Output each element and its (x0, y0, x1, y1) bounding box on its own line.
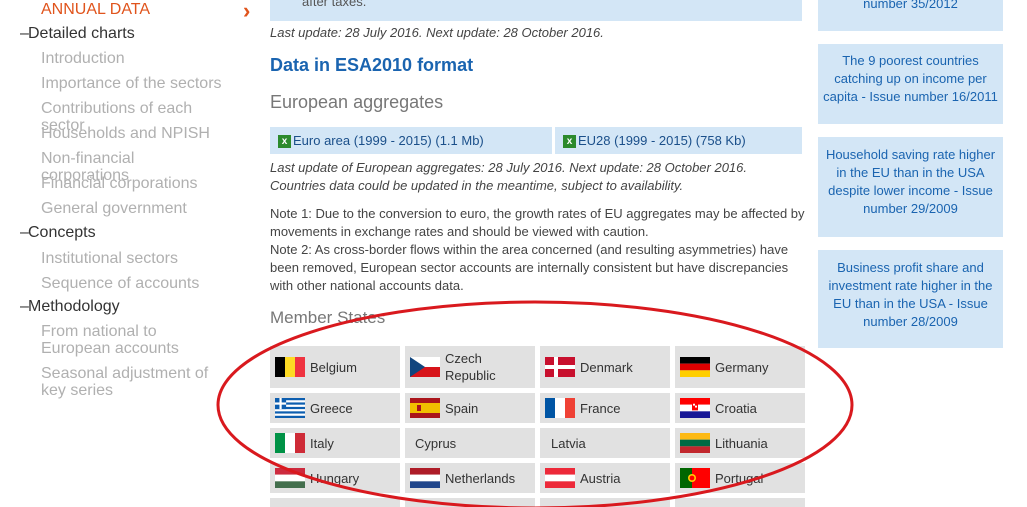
flag-lithuania-icon (680, 433, 710, 453)
info-box: after taxes. (270, 0, 802, 21)
nav-seasonal-adjustment[interactable]: Seasonal adjustment of key series (41, 365, 226, 399)
note-1: Note 1: Due to the conversion to euro, t… (270, 206, 805, 239)
flag-netherlands-icon (410, 468, 440, 488)
country-cell-partial[interactable] (675, 498, 805, 507)
nav-general-government[interactable]: General government (41, 200, 226, 217)
flag-denmark-icon (545, 357, 575, 377)
related-link-2[interactable]: The 9 poorest countries catching up on i… (818, 44, 1003, 124)
nav-concepts[interactable]: –Concepts (20, 224, 96, 242)
download-eu28[interactable]: x EU28 (1999 - 2015) (758 Kb) (555, 127, 802, 154)
notes: Note 1: Due to the conversion to euro, t… (270, 205, 805, 295)
nav-financial-corporations[interactable]: Financial corporations (41, 175, 226, 192)
related-link-1[interactable]: number 35/2012 (818, 0, 1003, 31)
country-denmark[interactable]: Denmark (540, 346, 670, 388)
country-cell-partial[interactable] (540, 498, 670, 507)
nav-households-npish[interactable]: Households and NPISH (41, 125, 226, 142)
nav-institutional-sectors[interactable]: Institutional sectors (41, 250, 226, 267)
country-portugal[interactable]: Portugal (675, 463, 805, 493)
excel-file-icon: x (563, 135, 576, 149)
member-states-heading: Member States (270, 308, 386, 327)
download-euro-area[interactable]: x Euro area (1999 - 2015) (1.1 Mb) (270, 127, 552, 154)
country-cell-partial[interactable] (405, 498, 535, 507)
flag-hungary-icon (275, 468, 305, 488)
country-france[interactable]: France (540, 393, 670, 423)
collapse-dash-icon: – (20, 224, 29, 241)
country-belgium[interactable]: Belgium (270, 346, 400, 388)
collapse-dash-icon: – (20, 298, 29, 315)
excel-file-icon: x (278, 135, 291, 149)
aggregates-update-text: Last update of European aggregates: 28 J… (270, 160, 748, 193)
country-lithuania[interactable]: Lithuania (675, 428, 805, 458)
country-austria[interactable]: Austria (540, 463, 670, 493)
country-latvia[interactable]: Latvia (540, 428, 670, 458)
flag-austria-icon (545, 468, 575, 488)
country-netherlands[interactable]: Netherlands (405, 463, 535, 493)
nav-annual-data[interactable]: ANNUAL DATA (41, 1, 150, 19)
nav-methodology[interactable]: –Methodology (20, 298, 120, 316)
nav-introduction[interactable]: Introduction (41, 50, 226, 67)
nav-detailed-charts[interactable]: –Detailed charts (20, 25, 135, 43)
nav-sequence-of-accounts[interactable]: Sequence of accounts (41, 275, 226, 292)
flag-czech-icon (410, 357, 440, 377)
nav-importance-of-sectors[interactable]: Importance of the sectors (41, 75, 226, 92)
last-update-text: Last update: 28 July 2016. Next update: … (270, 25, 604, 40)
country-germany[interactable]: Germany (675, 346, 805, 388)
country-greece[interactable]: Greece (270, 393, 400, 423)
flag-spain-icon (410, 398, 440, 418)
related-link-4[interactable]: Business profit share and investment rat… (818, 250, 1003, 348)
chevron-right-icon: › (243, 0, 251, 23)
flag-italy-icon (275, 433, 305, 453)
note-2: Note 2: As cross-border flows within the… (270, 242, 789, 293)
related-link-3[interactable]: Household saving rate higher in the EU t… (818, 137, 1003, 237)
country-hungary[interactable]: Hungary (270, 463, 400, 493)
flag-portugal-icon (680, 468, 710, 488)
nav-national-to-european[interactable]: From national to European accounts (41, 323, 226, 357)
country-cyprus[interactable]: Cyprus (405, 428, 535, 458)
collapse-dash-icon: – (20, 25, 29, 42)
european-aggregates-heading: European aggregates (270, 92, 444, 112)
flag-greece-icon (275, 398, 305, 418)
country-cell-partial[interactable] (270, 498, 400, 507)
country-czech-republic[interactable]: Czech Republic (405, 346, 535, 388)
country-italy[interactable]: Italy (270, 428, 400, 458)
flag-france-icon (545, 398, 575, 418)
flag-belgium-icon (275, 357, 305, 377)
flag-croatia-icon (680, 398, 710, 418)
country-croatia[interactable]: Croatia (675, 393, 805, 423)
flag-germany-icon (680, 357, 710, 377)
esa2010-heading: Data in ESA2010 format (270, 55, 474, 75)
country-spain[interactable]: Spain (405, 393, 535, 423)
